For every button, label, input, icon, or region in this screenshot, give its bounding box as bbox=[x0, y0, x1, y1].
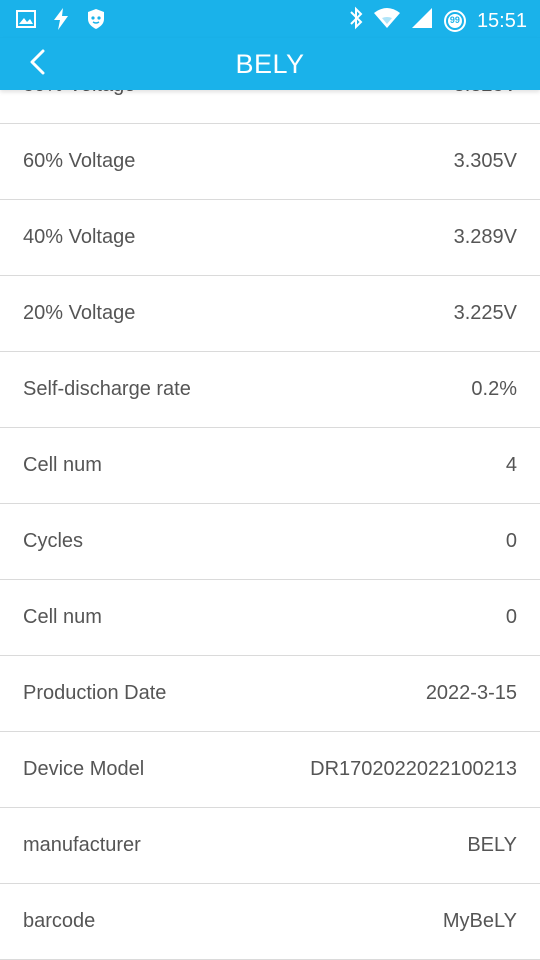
list-item: 40% Voltage 3.289V bbox=[0, 200, 540, 276]
page-title: BELY bbox=[235, 49, 305, 79]
row-value: 0 bbox=[505, 606, 517, 628]
row-value: 3.305V bbox=[453, 150, 517, 172]
row-value: 4 bbox=[505, 454, 517, 476]
status-bar: 99 15:51 bbox=[0, 0, 540, 38]
list-item: barcode MyBeLY bbox=[0, 884, 540, 960]
battery-badge-text: 99 bbox=[449, 14, 460, 25]
row-value: 2022-3-15 bbox=[425, 682, 517, 704]
row-label: 20% Voltage bbox=[23, 302, 136, 324]
row-label: Cell num bbox=[23, 454, 102, 476]
battery-info-list: 80% Voltage 3.328V 60% Voltage 3.305V 40… bbox=[0, 48, 540, 960]
row-value: BELY bbox=[467, 834, 517, 856]
shield-cat-icon bbox=[86, 8, 106, 35]
wifi-icon bbox=[373, 7, 401, 34]
row-label: barcode bbox=[23, 910, 96, 932]
battery-99-icon: 99 bbox=[443, 9, 467, 33]
status-time: 15:51 bbox=[476, 9, 527, 32]
row-value: 0 bbox=[505, 530, 517, 552]
app-bar: BELY bbox=[0, 38, 540, 90]
row-value: 3.225V bbox=[453, 302, 517, 324]
row-label: Device Model bbox=[23, 758, 145, 780]
list-item: Cycles 0 bbox=[0, 504, 540, 580]
list-item: Production Date 2022-3-15 bbox=[0, 656, 540, 732]
image-icon bbox=[16, 10, 36, 33]
list-item: Cell num 0 bbox=[0, 580, 540, 656]
status-left-icons bbox=[16, 8, 106, 35]
row-label: Self-discharge rate bbox=[23, 378, 191, 400]
bluetooth-icon bbox=[349, 6, 363, 35]
list-item: Device Model DR1702022022100213 bbox=[0, 732, 540, 808]
row-value: MyBeLY bbox=[442, 910, 517, 932]
flash-icon bbox=[52, 8, 70, 35]
row-value: 0.2% bbox=[471, 378, 517, 400]
row-label: 40% Voltage bbox=[23, 226, 136, 248]
list-item: Self-discharge rate 0.2% bbox=[0, 352, 540, 428]
status-right-icons: 99 15:51 bbox=[349, 6, 527, 35]
signal-icon bbox=[411, 7, 433, 34]
row-label: manufacturer bbox=[23, 834, 141, 856]
row-label: 60% Voltage bbox=[23, 150, 136, 172]
list-item: 20% Voltage 3.225V bbox=[0, 276, 540, 352]
list-item: Cell num 4 bbox=[0, 428, 540, 504]
list-item: manufacturer BELY bbox=[0, 808, 540, 884]
row-label: Cell num bbox=[23, 606, 102, 628]
row-value: DR1702022022100213 bbox=[310, 758, 517, 780]
row-label: Cycles bbox=[23, 530, 84, 552]
row-label: Production Date bbox=[23, 682, 167, 704]
row-value: 3.289V bbox=[453, 226, 517, 248]
list-item: 60% Voltage 3.305V bbox=[0, 124, 540, 200]
